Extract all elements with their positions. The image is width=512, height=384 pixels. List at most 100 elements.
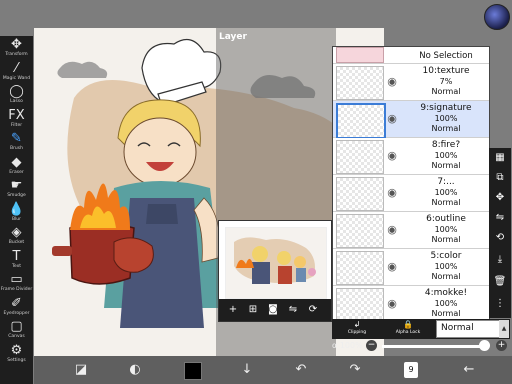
layer-name: 7:...: [437, 177, 455, 187]
layer-row[interactable]: ◉ 4:mokke! 100% Normal: [333, 286, 489, 319]
layer-thumbnail: [336, 214, 384, 248]
eye-icon[interactable]: ◉: [385, 297, 399, 311]
layer-panel-title: Layer: [219, 32, 247, 42]
canvas-preview-window: + ⊞ ◙ ⇋ ⟳: [218, 220, 332, 322]
layer-opacity: 100%: [434, 299, 458, 308]
opacity-label: α 100%: [332, 341, 363, 350]
eye-icon[interactable]: ◉: [385, 186, 399, 200]
tool-transform[interactable]: ✥ Transform: [0, 38, 33, 58]
opacity-thumb[interactable]: [479, 340, 490, 351]
bucket-icon: ◈: [11, 225, 22, 240]
download-icon[interactable]: ↓: [236, 361, 258, 379]
merge-layer-icon[interactable]: ⧉: [489, 170, 511, 186]
layer-blend-mode: Normal: [431, 198, 461, 207]
tool-eraser[interactable]: ◆ Eraser: [0, 154, 33, 176]
layer-row[interactable]: ◉ 8:fire? 100% Normal: [333, 138, 489, 175]
rotate-layer-icon[interactable]: ⟲: [489, 230, 511, 246]
opacity-fill: [382, 345, 486, 348]
tool-magic-wand[interactable]: ⁄ Magic Wand: [0, 60, 33, 82]
layer-thumbnail: [336, 177, 384, 211]
brush-size-icon[interactable]: ◐: [124, 361, 146, 379]
opacity-decrease-button[interactable]: −: [366, 340, 377, 351]
tool-lasso[interactable]: ◯ Lasso: [0, 85, 33, 105]
tool-label: Canvas: [8, 334, 25, 339]
alpha-lock-label: Alpha Lock: [395, 330, 421, 335]
layer-row[interactable]: ◉ 5:color 100% Normal: [333, 249, 489, 286]
undo-icon[interactable]: ↶: [290, 361, 312, 379]
layer-opacity: 100%: [434, 114, 458, 123]
layer-blend-mode: Normal: [431, 161, 461, 170]
eraser-icon: ◆: [11, 154, 22, 170]
smudge-icon: ☛: [10, 178, 23, 193]
left-toolbar: ✥ Transform ⁄ Magic Wand ◯ Lasso FX Filter ✎ Brus…: [0, 36, 33, 384]
eye-icon[interactable]: ◉: [385, 149, 399, 163]
layer-opacity: 100%: [434, 262, 458, 271]
flip-preview-icon[interactable]: ⇋: [285, 302, 301, 318]
delete-layer-icon[interactable]: 🗑: [489, 274, 511, 290]
tool-brush[interactable]: ✎ Brush: [0, 132, 33, 152]
canvas-icon: ▢: [10, 319, 23, 334]
layer-name: 5:color: [430, 251, 462, 261]
layer-thumbnail: [336, 103, 386, 139]
eye-icon[interactable]: ◉: [385, 223, 399, 237]
layer-name: 4:mokke!: [424, 288, 468, 298]
back-arrow-icon[interactable]: ←: [458, 361, 480, 379]
tool-label: Settings: [7, 357, 26, 363]
opacity-track[interactable]: [382, 345, 486, 348]
more-options-icon[interactable]: ⋮: [489, 296, 511, 312]
alpha-lock-button[interactable]: 🔒 Alpha Lock: [384, 320, 432, 338]
frame-divider-icon: ▭: [10, 272, 23, 287]
magic-wand-icon: ⁄: [15, 60, 18, 76]
layer-actions-strip: ▦ ⧉ ✥ ⇋ ⟲ ⤓ 🗑 ⋮: [489, 148, 511, 318]
tool-label: Transform: [5, 52, 28, 57]
layer-row[interactable]: ◉ 6:outline 100% Normal: [333, 212, 489, 249]
tool-bucket[interactable]: ◈ Bucket: [0, 226, 33, 246]
tool-frame-divider[interactable]: ▭ Frame Divider: [0, 273, 33, 293]
layer-thumbnail: [336, 288, 384, 319]
current-color-swatch[interactable]: [184, 362, 202, 380]
layer-name: 8:fire?: [431, 140, 461, 150]
tool-label: Frame Divider: [0, 287, 33, 292]
tool-blur[interactable]: 💧 Blur: [0, 202, 33, 223]
camera-icon[interactable]: ◙: [265, 302, 281, 318]
blend-mode-select[interactable]: Normal: [436, 320, 502, 338]
bottom-toolbar: ◪ ◐ ↓ ↶ ↷ ←: [34, 356, 512, 384]
text-icon: T: [12, 248, 21, 264]
merge-down-icon[interactable]: ⤓: [489, 252, 511, 268]
redo-icon[interactable]: ↷: [344, 361, 366, 379]
tool-filter[interactable]: FX Filter: [0, 108, 33, 129]
layer-row[interactable]: ◉ 9:signature 100% Normal: [333, 101, 489, 139]
eye-icon[interactable]: ◉: [385, 75, 399, 89]
tool-label: Lasso: [10, 99, 23, 104]
user-avatar[interactable]: [484, 4, 510, 30]
flip-horizontal-icon[interactable]: ⇋: [489, 210, 511, 226]
tool-label: Text: [11, 263, 22, 269]
tool-smudge[interactable]: ☛ Smudge: [0, 179, 33, 199]
tool-text[interactable]: T Text: [0, 248, 33, 270]
checker-background-icon[interactable]: ▦: [489, 150, 511, 166]
tool-canvas[interactable]: ▢ Canvas: [0, 320, 33, 340]
brush-settings-icon[interactable]: ◪: [70, 361, 92, 379]
opacity-increase-button[interactable]: +: [496, 340, 507, 351]
rotate-preview-icon[interactable]: ⟳: [305, 302, 321, 318]
tool-eyedropper[interactable]: ✐ Eyedropper: [0, 296, 33, 317]
clipping-button[interactable]: ↲ Clipping: [334, 320, 380, 338]
layer-count-badge[interactable]: 9: [404, 362, 418, 378]
eye-icon[interactable]: ◉: [385, 260, 399, 274]
layer-opacity: 100%: [434, 188, 458, 197]
tool-settings[interactable]: ⚙ Settings: [0, 343, 33, 364]
tool-label: Eyedropper: [3, 310, 30, 316]
layer-row[interactable]: ◉ 10:texture 7% Normal: [333, 64, 489, 101]
duplicate-layer-icon[interactable]: ⊞: [245, 302, 261, 318]
tool-label: Brush: [10, 146, 23, 151]
layer-thumbnail: [336, 66, 384, 100]
eye-icon[interactable]: ◉: [385, 112, 399, 126]
layer-opacity: 7%: [439, 77, 453, 86]
add-layer-icon[interactable]: +: [225, 302, 241, 318]
blend-mode-arrow-icon[interactable]: ▲: [499, 320, 509, 338]
layer-opacity: 100%: [434, 151, 458, 160]
layer-row[interactable]: ◉ 7:... 100% Normal: [333, 175, 489, 212]
no-selection-row[interactable]: No Selection: [333, 47, 489, 64]
move-layer-icon[interactable]: ✥: [489, 190, 511, 206]
layer-blend-mode: Normal: [431, 124, 461, 133]
